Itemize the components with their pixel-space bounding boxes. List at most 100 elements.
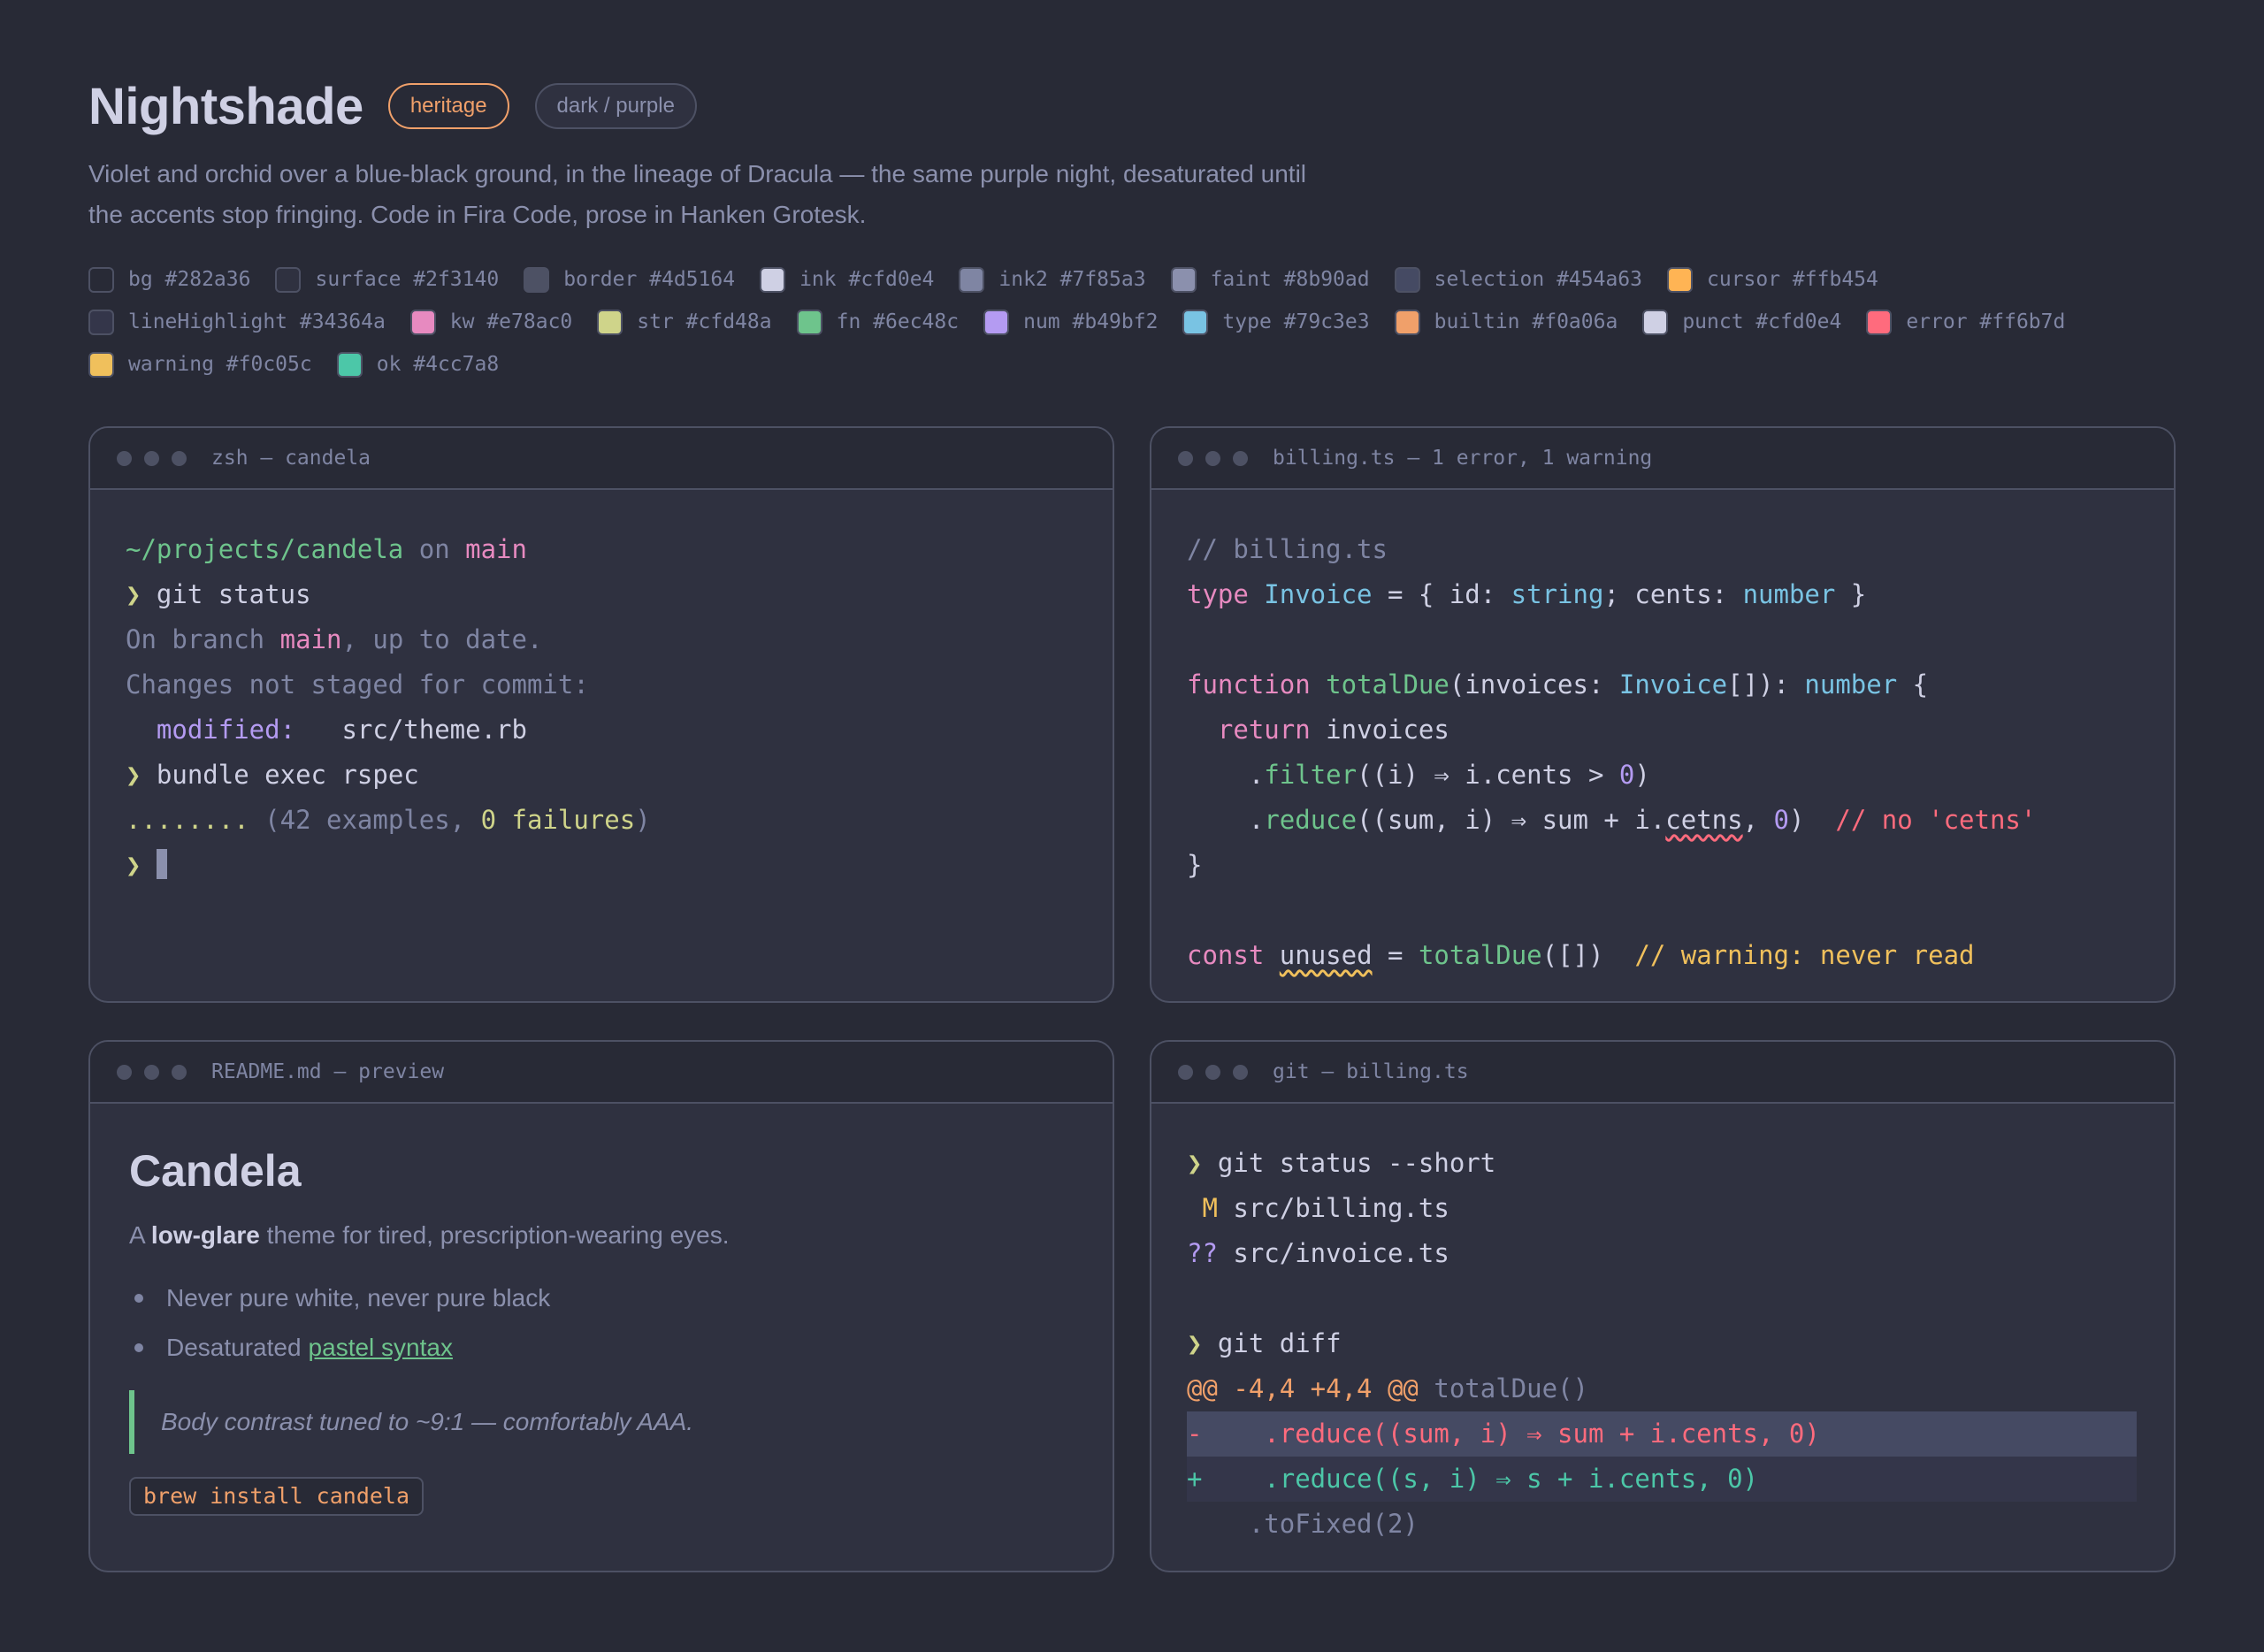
code-line: const unused = totalDue([]) // warning: … [1187, 933, 2137, 978]
pane-titlebar: git — billing.ts [1151, 1042, 2174, 1104]
pane-title: zsh — candela [211, 447, 371, 470]
output-text: On branch [126, 624, 280, 654]
pane-titlebar: README.md — preview [90, 1042, 1113, 1104]
swatch-label: ink2 #7f85a3 [998, 268, 1146, 291]
swatch-color [959, 266, 985, 293]
prompt-icon: ❯ [1187, 1148, 1203, 1178]
punct: ; cents: [1603, 579, 1743, 609]
swatch-color [1667, 266, 1693, 293]
swatch-color [1182, 309, 1209, 335]
window-dot-icon[interactable] [144, 450, 159, 466]
punct: []): [1727, 669, 1805, 700]
punct: ((i) ⇒ i.cents > [1357, 760, 1619, 790]
swatch-label: punct #cfd0e4 [1682, 310, 1842, 333]
git-pane[interactable]: git — billing.ts ❯ git status --short M … [1150, 1040, 2176, 1572]
window-dot-icon[interactable] [117, 1064, 132, 1080]
hunk-header: @@ -4,4 +4,4 @@ [1187, 1373, 1419, 1403]
swatch: num #b49bf2 [983, 309, 1159, 335]
terminal-body[interactable]: ~/projects/candela on main ❯ git status … [90, 490, 1113, 888]
failures-count: 0 failures [480, 805, 636, 835]
swatch-label: error #ff6b7d [1906, 310, 2066, 333]
window-dot-icon[interactable] [172, 450, 187, 466]
window-dot-icon[interactable] [172, 1064, 187, 1080]
swatch: error #ff6b7d [1866, 309, 2066, 335]
swatch-row: warning #f0c05c ok #4cc7a8 [88, 350, 2211, 379]
swatch: kw #e78ac0 [409, 309, 573, 335]
swatch-label: type #79c3e3 [1222, 310, 1370, 333]
swatch-label: builtin #f0a06a [1434, 310, 1618, 333]
function-name: totalDue [1310, 669, 1449, 700]
error-token[interactable]: cetns [1665, 805, 1742, 835]
swatch-label: str #cfd48a [637, 310, 772, 333]
output-line: ........ (42 examples, 0 failures) [126, 798, 1075, 843]
punct: = [1372, 940, 1419, 970]
punct: , [1742, 805, 1774, 835]
number-literal: 0 [1618, 760, 1635, 790]
swatch-label: num #b49bf2 [1023, 310, 1159, 333]
result-text: (42 examples, [249, 805, 481, 835]
window-dot-icon[interactable] [1205, 1064, 1220, 1080]
swatch-color [524, 266, 550, 293]
active-prompt-line[interactable]: ❯ [126, 843, 1075, 888]
paragraph-text: theme for tired, prescription-wearing ey… [259, 1221, 730, 1249]
swatch: fn #6ec48c [796, 309, 960, 335]
status-line: ?? src/invoice.ts [1187, 1231, 2137, 1276]
readme-pane[interactable]: README.md — preview Candela A low-glare … [88, 1040, 1114, 1572]
swatch-color [88, 351, 114, 378]
type-name: number [1742, 579, 1836, 609]
swatch-label: selection #454a63 [1434, 268, 1642, 291]
modified-label: modified: [126, 715, 296, 745]
editor-pane[interactable]: billing.ts — 1 error, 1 warning // billi… [1150, 426, 2176, 1003]
swatch-color [1394, 266, 1420, 293]
prompt-icon: ❯ [126, 850, 142, 880]
function-name: reduce [1264, 805, 1358, 835]
swatch: warning #f0c05c [88, 351, 312, 378]
swatch-label: border #4d5164 [563, 268, 736, 291]
swatch-color [1642, 309, 1669, 335]
type-name: string [1511, 579, 1604, 609]
window-dot-icon[interactable] [1233, 1064, 1248, 1080]
readme-list: Never pure white, never pure black Desat… [129, 1273, 1075, 1373]
swatch-color [760, 266, 786, 293]
window-dot-icon[interactable] [144, 1064, 159, 1080]
prompt-line: ~/projects/candela on main [126, 527, 1075, 572]
window-dot-icon[interactable] [1233, 450, 1248, 466]
pane-title: git — billing.ts [1273, 1060, 1469, 1083]
modified-file: src/theme.rb [295, 715, 527, 745]
prompt-icon: ❯ [1187, 1328, 1203, 1358]
title-row: Nightshade heritage dark / purple [88, 74, 2176, 138]
branch-name: main [465, 534, 527, 564]
code-line: } [1187, 850, 1203, 880]
command-text: bundle exec rspec [141, 760, 419, 790]
window-dot-icon[interactable] [1205, 450, 1220, 466]
warning-token[interactable]: unused [1280, 940, 1373, 970]
list-item: Desaturated pastel syntax [129, 1323, 1075, 1373]
editor-body[interactable]: // billing.ts type Invoice = { id: strin… [1151, 490, 2174, 978]
command-line: ❯ git status [126, 572, 1075, 617]
header: Nightshade heritage dark / purple Violet… [88, 74, 2176, 235]
command-line: ❯ bundle exec rspec [126, 753, 1075, 798]
prompt-icon: ❯ [126, 579, 142, 609]
git-body[interactable]: ❯ git status --short M src/billing.ts ??… [1151, 1104, 2174, 1547]
diff-hunk-line: @@ -4,4 +4,4 @@ totalDue() [1187, 1366, 2137, 1411]
swatch: punct #cfd0e4 [1642, 309, 1842, 335]
terminal-pane[interactable]: zsh — candela ~/projects/candela on main… [88, 426, 1114, 1003]
list-item: Never pure white, never pure black [129, 1273, 1075, 1323]
window-dot-icon[interactable] [1178, 1064, 1193, 1080]
progress-dots: ........ [126, 805, 249, 835]
window-dot-icon[interactable] [117, 450, 132, 466]
diff-added-line: + .reduce((s, i) ⇒ s + i.cents, 0) [1187, 1457, 2137, 1502]
swatch-label: fn #6ec48c [836, 310, 960, 333]
number-literal: 0 [1773, 805, 1789, 835]
swatch: ink2 #7f85a3 [959, 266, 1146, 293]
window-dot-icon[interactable] [1178, 450, 1193, 466]
swatch-label: kw #e78ac0 [449, 310, 573, 333]
cursor-icon [156, 849, 167, 879]
type-name: number [1804, 669, 1898, 700]
list-item-text: Desaturated [166, 1334, 302, 1361]
pastel-syntax-link[interactable]: pastel syntax [309, 1334, 453, 1362]
keyword: function [1187, 669, 1311, 700]
